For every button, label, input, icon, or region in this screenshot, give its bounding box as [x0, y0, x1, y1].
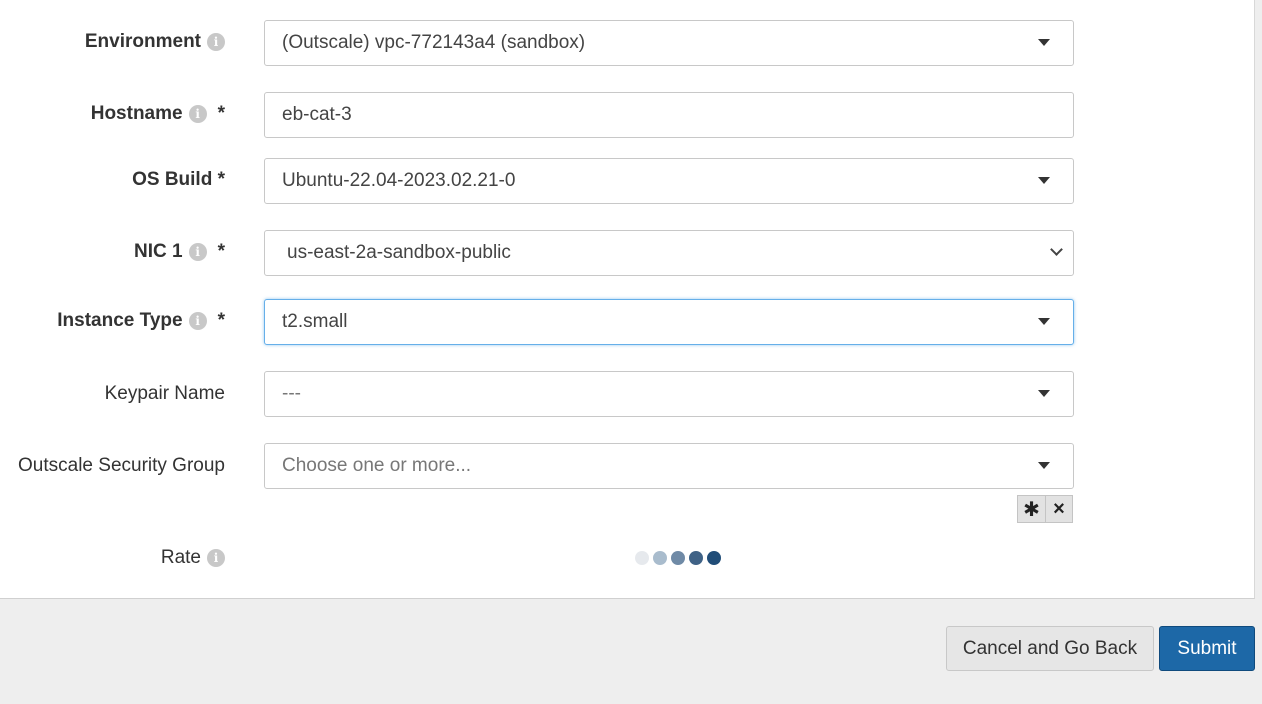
caret-down-icon	[1038, 462, 1050, 469]
required-mark: *	[217, 310, 225, 331]
info-icon[interactable]: i	[207, 33, 225, 51]
info-icon[interactable]: i	[188, 243, 207, 261]
rate-dot[interactable]	[671, 551, 685, 565]
caret-down-icon	[1038, 177, 1050, 184]
security-group-label-row: Outscale Security Group	[18, 454, 225, 478]
rate-dot[interactable]	[689, 551, 703, 565]
caret-down-icon	[1038, 318, 1050, 325]
security-group-select[interactable]: Choose one or more...	[264, 443, 1074, 489]
asterisk-icon: ✱	[1023, 498, 1040, 521]
required-mark: *	[217, 241, 225, 262]
keypair-select[interactable]: ---	[264, 371, 1074, 417]
os-build-label: OS Build *	[132, 169, 225, 190]
environment-select[interactable]: (Outscale) vpc-772143a4 (sandbox)	[264, 20, 1074, 66]
close-icon: ×	[1053, 497, 1065, 520]
info-icon[interactable]: i	[207, 549, 225, 567]
rate-dot[interactable]	[653, 551, 667, 565]
hostname-input[interactable]: eb-cat-3	[264, 92, 1074, 138]
os-build-select[interactable]: Ubuntu-22.04-2023.02.21-0	[264, 158, 1074, 204]
rate-dot[interactable]	[635, 551, 649, 565]
required-mark: *	[217, 103, 225, 124]
nic1-label: NIC 1	[134, 241, 183, 262]
rate-label: Rate	[160, 547, 201, 568]
environment-label: Environment	[84, 31, 201, 52]
security-group-placeholder: Choose one or more...	[282, 455, 472, 476]
os-build-label-row: OS Build *	[132, 168, 225, 192]
instance-type-label: Instance Type	[57, 310, 183, 331]
clear-selection-button[interactable]: ×	[1046, 495, 1073, 523]
hostname-label: Hostname	[90, 103, 183, 124]
security-group-label: Outscale Security Group	[18, 455, 225, 476]
rate-selector[interactable]	[635, 551, 721, 565]
instance-type-label-row: Instance Type i *	[57, 309, 225, 333]
nic1-label-row: NIC 1 i *	[134, 240, 225, 264]
os-build-value: Ubuntu-22.04-2023.02.21-0	[282, 170, 516, 191]
rate-dot[interactable]	[707, 551, 721, 565]
hostname-label-row: Hostname i *	[91, 102, 225, 126]
keypair-value: ---	[282, 383, 301, 404]
hostname-value: eb-cat-3	[282, 104, 352, 125]
nic1-value: us-east-2a-sandbox-public	[287, 242, 511, 263]
info-icon[interactable]: i	[188, 105, 207, 123]
instance-type-value: t2.small	[282, 311, 348, 332]
caret-down-icon	[1038, 390, 1050, 397]
info-icon[interactable]: i	[188, 312, 207, 330]
submit-button[interactable]: Submit	[1159, 626, 1255, 671]
form-panel: Environment i (Outscale) vpc-772143a4 (s…	[0, 0, 1255, 599]
cancel-button[interactable]: Cancel and Go Back	[946, 626, 1154, 671]
keypair-label: Keypair Name	[104, 383, 225, 404]
instance-type-select[interactable]: t2.small	[264, 299, 1074, 345]
environment-value: (Outscale) vpc-772143a4 (sandbox)	[282, 32, 586, 53]
environment-label-row: Environment i	[85, 30, 225, 54]
keypair-label-row: Keypair Name	[105, 382, 225, 406]
rate-label-row: Rate i	[161, 546, 225, 570]
chevron-down-icon	[1050, 243, 1063, 256]
nic1-select[interactable]: us-east-2a-sandbox-public	[264, 230, 1074, 276]
security-group-actions: ✱ ×	[1017, 495, 1073, 523]
select-all-button[interactable]: ✱	[1017, 495, 1046, 523]
caret-down-icon	[1038, 39, 1050, 46]
